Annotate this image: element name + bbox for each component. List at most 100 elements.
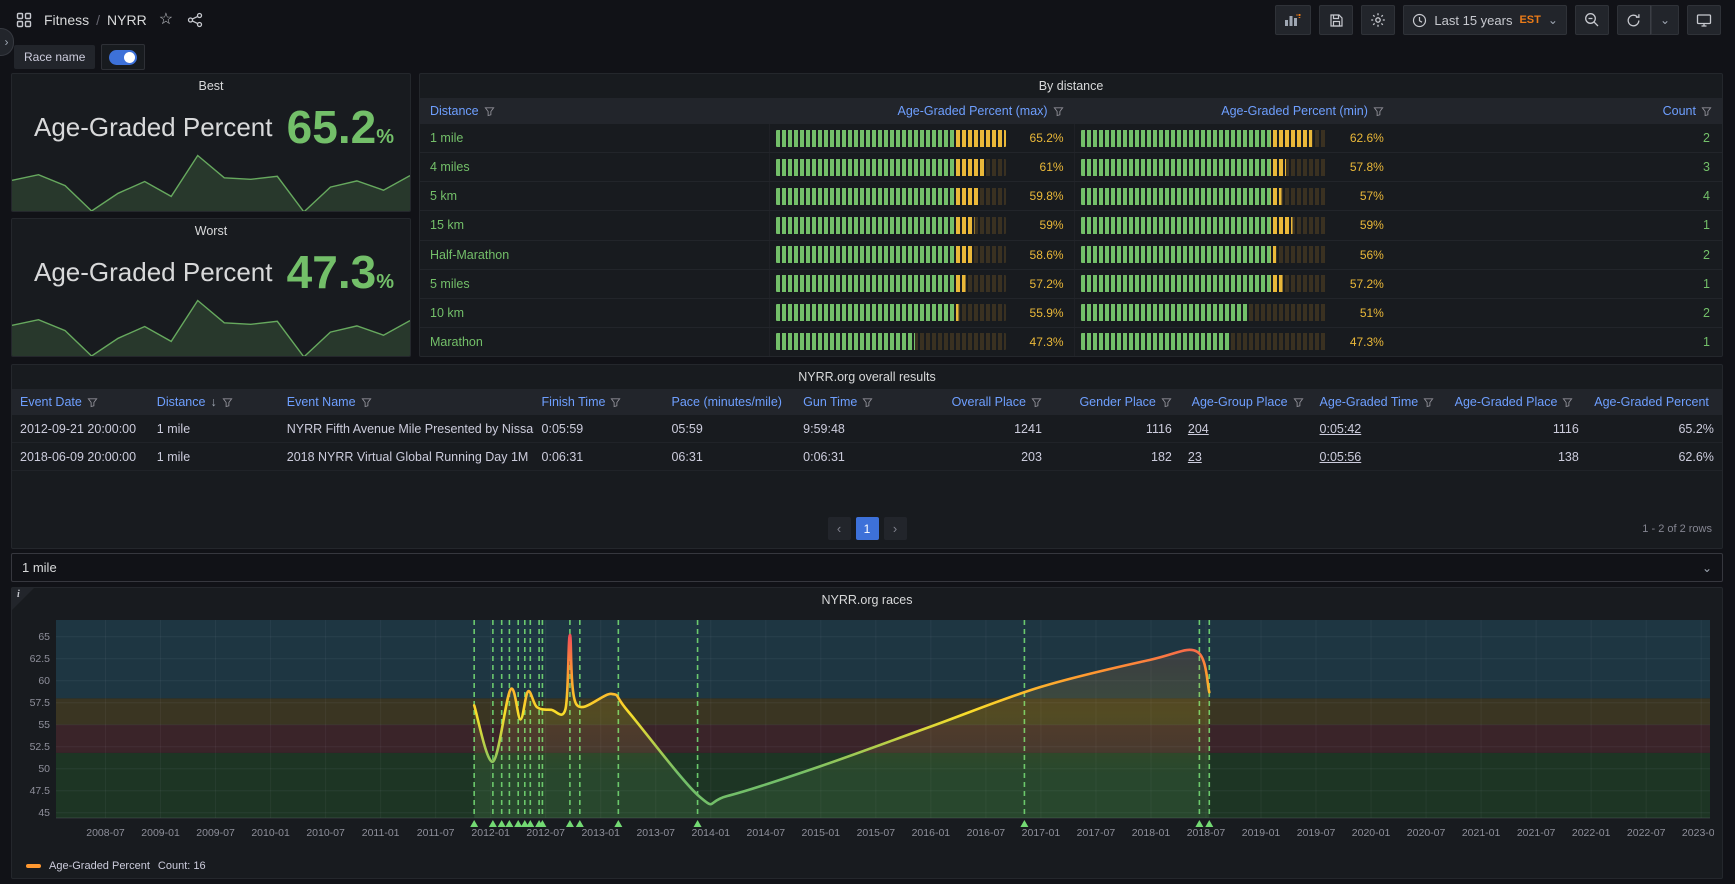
next-page-button[interactable]: › [883,517,907,540]
distance-cell[interactable]: 15 km [420,218,769,232]
distance-cell[interactable]: 10 km [420,306,769,320]
page-1-button[interactable]: 1 [855,517,879,540]
gauge-cell-min: 57.2% [1073,269,1394,298]
results-col-header-gender-place[interactable]: Gender Place [1050,395,1180,409]
svg-text:2022-07: 2022-07 [1627,827,1666,839]
svg-text:2016-07: 2016-07 [967,827,1006,839]
gauge-cell-min: 47.3% [1073,327,1394,356]
time-range-label: Last 15 years [1434,12,1513,28]
svg-text:2015-01: 2015-01 [802,827,841,839]
panel-by-distance-title[interactable]: By distance [420,74,1722,98]
by-distance-row: 15 km 59% 59% 1 [420,211,1722,241]
results-col-header-finish-time[interactable]: Finish Time [534,395,664,409]
breadcrumb-page[interactable]: NYRR [107,12,147,28]
results-cell: 0:05:42 [1312,422,1447,436]
legend-series-name[interactable]: Age-Graded Percent [49,860,150,872]
bydist-col-header-count[interactable]: Count [1394,104,1722,118]
distance-select[interactable]: 1 mile ⌄ [11,553,1723,582]
gauge-value-label: 47.3% [1349,334,1384,349]
count-cell: 2 [1703,247,1710,262]
results-col-header-age-group-place[interactable]: Age-Group Place [1180,395,1312,409]
gauge-value-label: 58.6% [1029,247,1064,262]
prev-page-button[interactable]: ‹ [827,517,851,540]
distance-select-value: 1 mile [22,560,57,575]
results-cell: 23 [1180,450,1312,464]
add-panel-button[interactable] [1275,5,1312,35]
distance-cell[interactable]: 5 km [420,189,769,203]
results-col-header-age-graded-percent[interactable]: Age-Graded Percent [1587,395,1722,409]
toggle-pill [109,49,138,65]
panel-info-corner[interactable]: i [12,588,34,610]
panel-best-title[interactable]: Best [12,74,410,98]
results-cell: 204 [1180,422,1312,436]
svg-text:47.5: 47.5 [30,785,51,797]
kiosk-mode-button[interactable] [1687,5,1721,35]
results-col-header-age-graded-place[interactable]: Age-Graded Place [1447,395,1587,409]
results-col-header-gun-time[interactable]: Gun Time [795,395,925,409]
results-col-header-distance[interactable]: Distance ↓ [149,395,279,409]
lcd-bar-gauge [1080,304,1326,322]
distance-cell[interactable]: Marathon [420,335,769,349]
toggle-knob [124,51,136,63]
results-col-header-pace-minutes-mile-[interactable]: Pace (minutes/mile) [663,395,795,409]
results-col-header-event-date[interactable]: Event Date [12,395,149,409]
bydist-col-header-distance[interactable]: Distance [420,104,769,118]
panel-races-title[interactable]: NYRR.org races [12,588,1722,612]
race-name-toggle[interactable] [101,44,146,70]
gauge-cell-max: 61% [768,153,1074,182]
svg-text:2011-01: 2011-01 [362,827,400,839]
svg-text:2021-01: 2021-01 [1462,827,1501,839]
svg-text:2018-01: 2018-01 [1132,827,1171,839]
results-link[interactable]: 0:05:56 [1320,450,1362,464]
time-range-picker[interactable]: Last 15 years EST ⌄ [1403,5,1567,35]
breadcrumb-app[interactable]: Fitness [44,12,89,28]
distance-cell[interactable]: Half-Marathon [420,248,769,262]
save-dashboard-button[interactable] [1319,5,1354,35]
refresh-button[interactable] [1616,5,1651,35]
distance-cell[interactable]: 1 mile [420,131,769,145]
favorite-star-icon[interactable]: ☆ [157,10,175,30]
worst-sparkline [12,299,410,356]
panel-worst-title[interactable]: Worst [12,219,410,243]
results-row: 2012-09-21 20:00:00 1 mile NYRR Fifth Aven… [12,415,1722,443]
dashboard-settings-button[interactable] [1361,5,1396,35]
distance-cell[interactable]: 5 miles [420,277,769,291]
filter-icon [360,397,372,407]
time-zoom-out-button[interactable] [1574,5,1609,35]
distance-cell[interactable]: 4 miles [420,160,769,174]
results-col-header-age-graded-time[interactable]: Age-Graded Time [1312,395,1447,409]
results-cell: 1 mile [156,421,191,436]
results-row: 2018-06-09 20:00:00 1 mile 2018 NYRR Virtu… [12,443,1722,471]
lcd-bar-gauge [1080,246,1326,264]
results-cell: 0:05:56 [1312,450,1447,464]
panel-results-title[interactable]: NYRR.org overall results [12,365,1722,389]
svg-text:2013-01: 2013-01 [581,827,620,839]
bydist-col-header-age-graded-percent-min-[interactable]: Age-Graded Percent (min) [1074,104,1394,118]
results-cell: 1116 [1145,421,1172,436]
results-cell: 1 mile [156,449,191,464]
results-link[interactable]: 0:05:42 [1320,422,1362,436]
lcd-bar-gauge [1080,216,1326,234]
svg-text:55: 55 [38,719,50,731]
gauge-cell-min: 57.8% [1073,153,1394,182]
results-link[interactable]: 204 [1188,422,1209,436]
svg-text:57.5: 57.5 [30,697,51,709]
results-col-header-overall-place[interactable]: Overall Place [925,395,1050,409]
refresh-interval-caret[interactable]: ⌄ [1650,5,1679,35]
share-icon[interactable] [185,10,205,30]
by-distance-body: 1 mile 65.2% 62.6% 2 4 miles 61% 57.8% 3 5 km 59.… [420,124,1722,356]
results-col-header-event-name[interactable]: Event Name [279,395,534,409]
rows-count-label: 1 - 2 of 2 rows [1642,523,1712,535]
gauge-value-label: 56% [1359,247,1384,262]
timezone-label: EST [1519,14,1541,26]
filter-icon [1031,397,1042,407]
svg-text:52.5: 52.5 [30,741,51,753]
svg-text:2014-01: 2014-01 [692,827,731,839]
by-distance-row: 4 miles 61% 57.8% 3 [420,153,1722,183]
dashboards-grid-icon[interactable] [14,10,34,30]
results-link[interactable]: 23 [1188,450,1202,464]
bydist-col-header-age-graded-percent-max-[interactable]: Age-Graded Percent (max) [769,104,1074,118]
lcd-bar-gauge [1080,158,1326,176]
results-cell: 2018-06-09 20:00:00 [20,449,137,464]
results-cell: 182 [1151,449,1172,464]
